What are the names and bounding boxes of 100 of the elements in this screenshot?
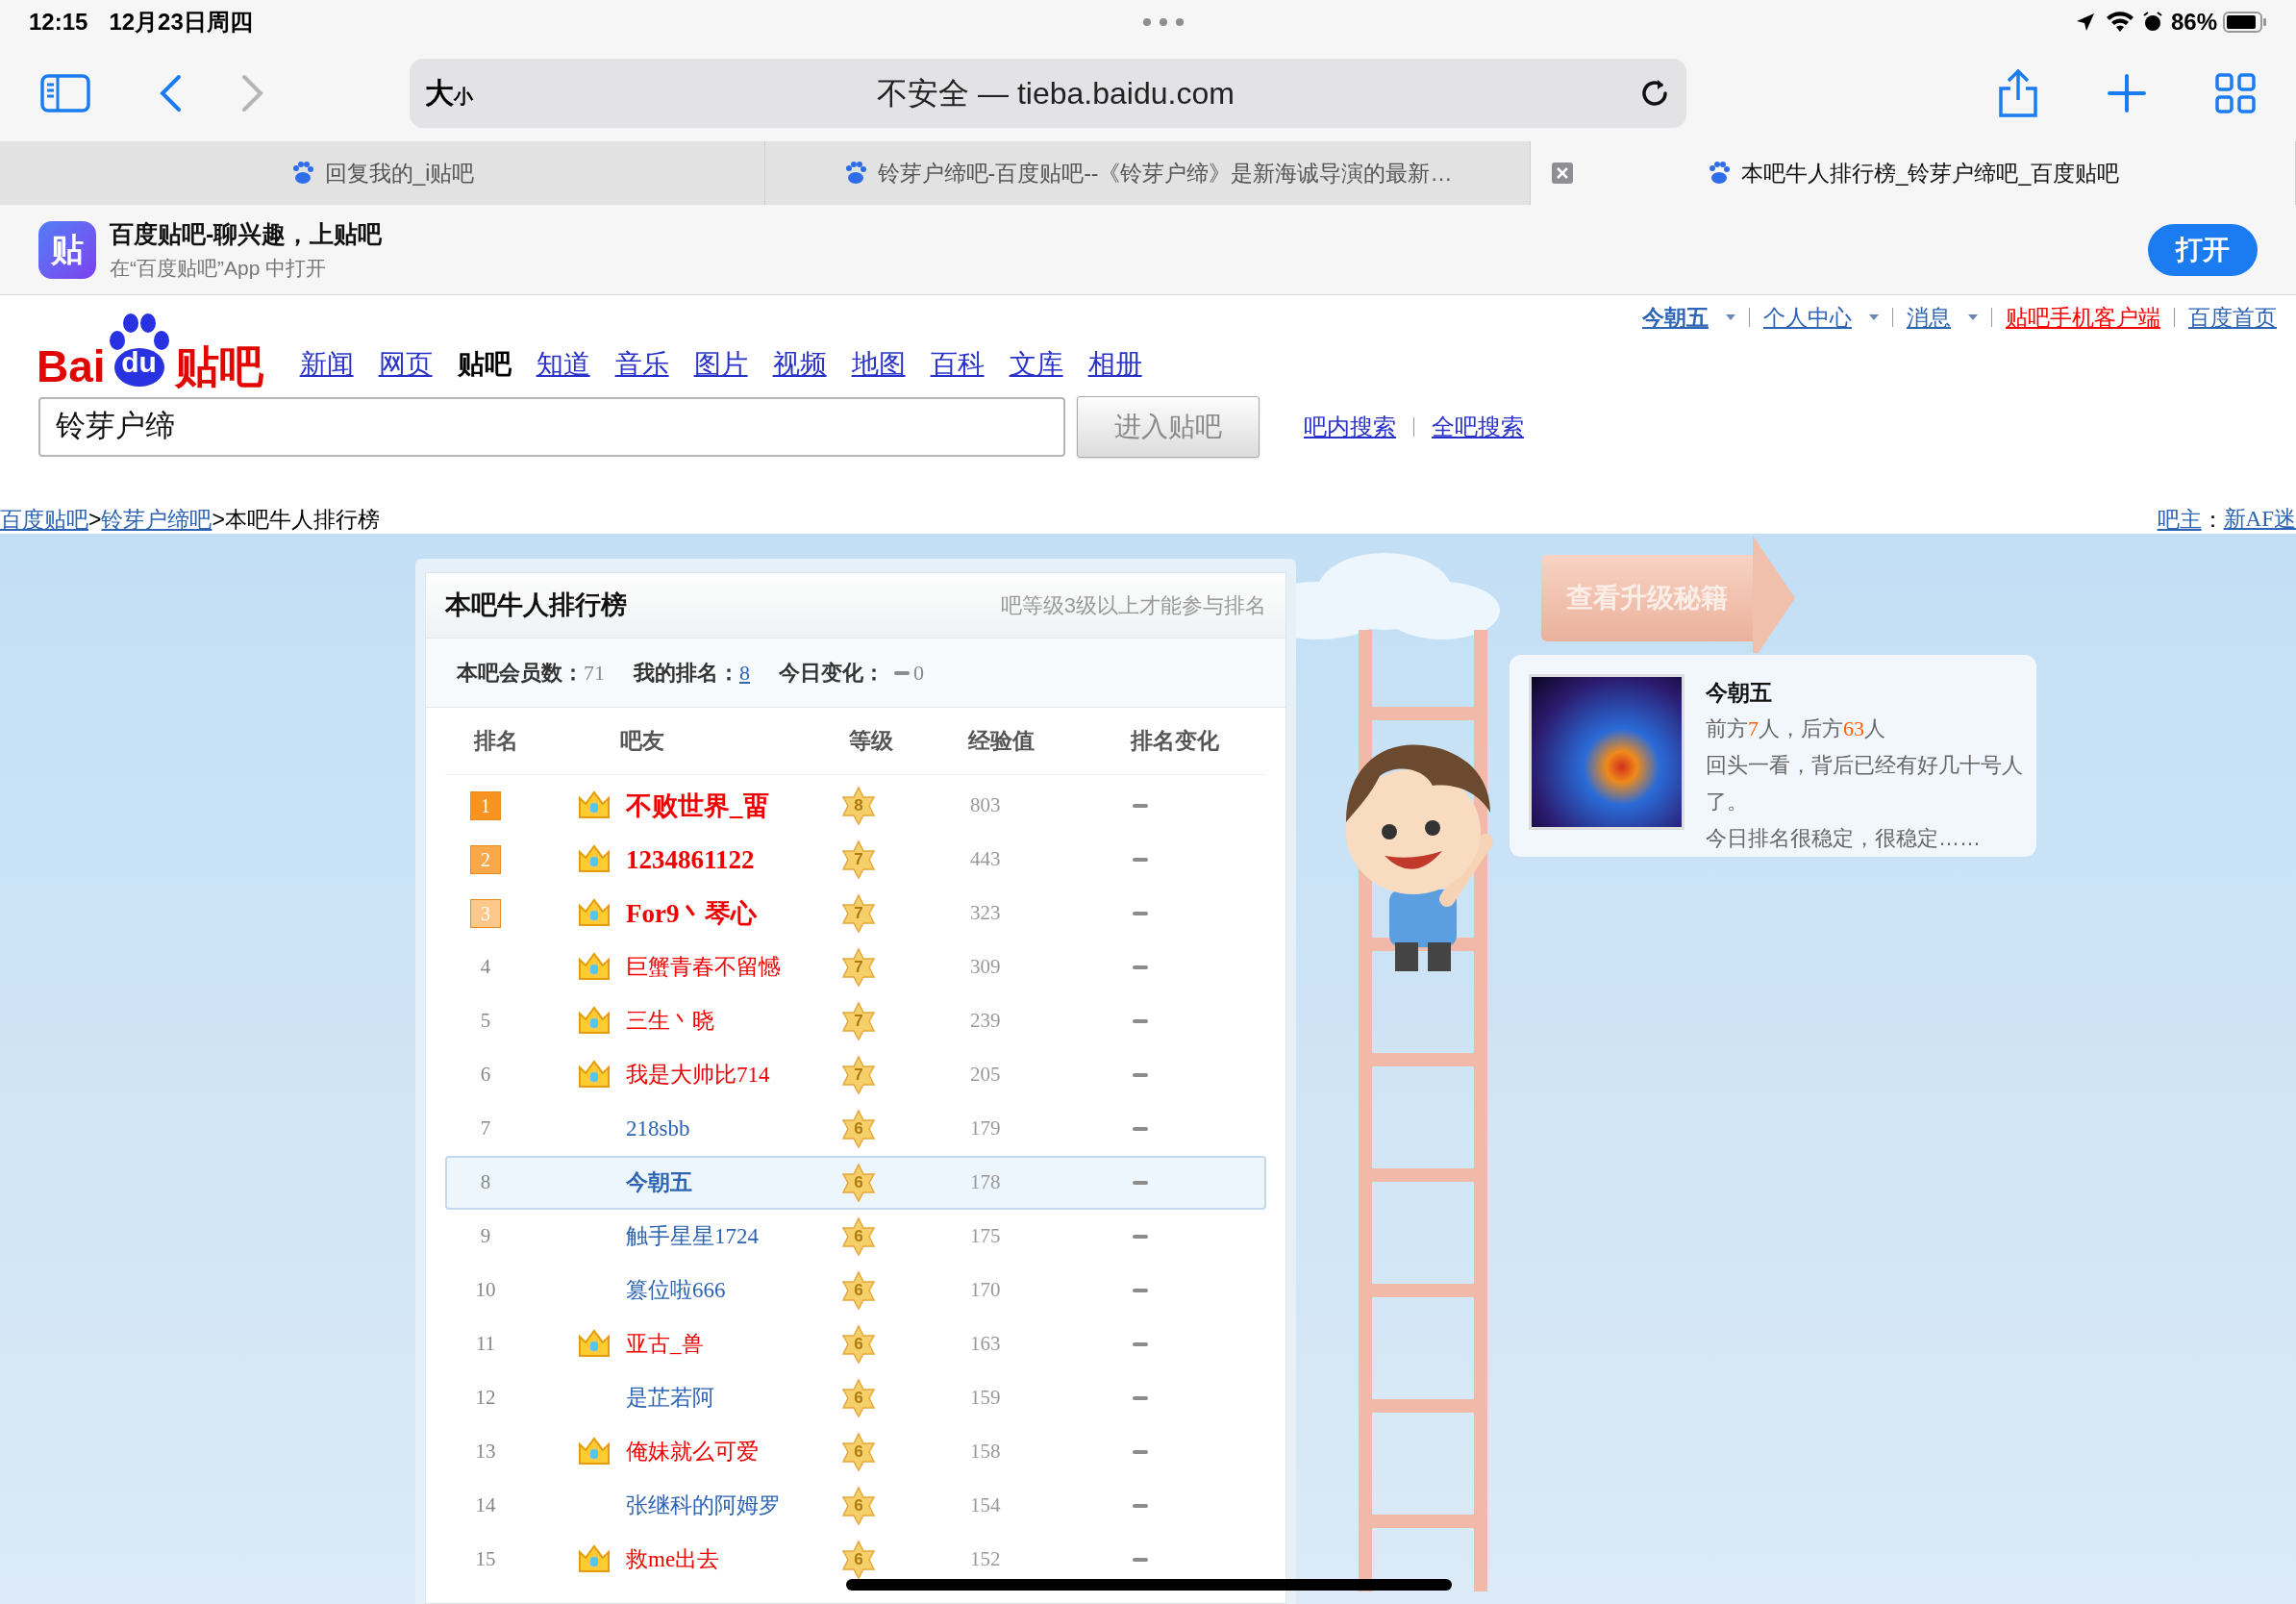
nav-link[interactable]: 贴吧 bbox=[457, 343, 512, 385]
wifi-icon bbox=[2105, 12, 2134, 33]
nav-link[interactable]: 音乐 bbox=[614, 343, 669, 385]
nav-link[interactable]: 网页 bbox=[378, 343, 433, 385]
header-link[interactable]: 个人中心 bbox=[1763, 301, 1852, 335]
level-badge: 6 bbox=[839, 1110, 878, 1148]
member-name-link[interactable]: 218sbb bbox=[626, 1112, 690, 1146]
no-change-icon bbox=[894, 670, 910, 675]
format-button[interactable]: 大小 bbox=[425, 71, 473, 114]
member-name-link[interactable]: For9丶琴心 bbox=[626, 893, 758, 934]
member-name-link[interactable]: 三生丶晓 bbox=[626, 1004, 714, 1039]
rank-number: 13 bbox=[475, 1439, 496, 1466]
ranking-row[interactable]: 6 我是大帅比714 7 205 bbox=[445, 1048, 1266, 1102]
ranking-row[interactable]: 9 触手星星1724 6 175 bbox=[445, 1210, 1266, 1264]
close-icon[interactable] bbox=[1552, 163, 1573, 184]
member-name-link[interactable]: 我是大帅比714 bbox=[626, 1058, 770, 1092]
member-name-link[interactable]: 巨蟹青春不留憾 bbox=[626, 950, 781, 985]
owner-link[interactable]: 新AF迷 bbox=[2223, 502, 2296, 537]
baidu-logo[interactable]: Bai du 贴吧 bbox=[37, 309, 263, 388]
selected-ranking-row[interactable]: 8 今朝五 6 178 bbox=[445, 1156, 1266, 1210]
nav-link[interactable]: 新闻 bbox=[299, 343, 354, 385]
ranking-row[interactable]: 4 巨蟹青春不留憾 7 309 bbox=[445, 940, 1266, 994]
rank-number: 14 bbox=[475, 1492, 496, 1519]
ranking-row[interactable]: 5 三生丶晓 7 239 bbox=[445, 994, 1266, 1048]
change-value: 0 bbox=[913, 660, 924, 687]
rank-number: 12 bbox=[475, 1385, 496, 1412]
member-name-link[interactable]: 亚古_兽 bbox=[626, 1327, 704, 1362]
more-icon[interactable] bbox=[1142, 17, 1185, 27]
nav-link[interactable]: 百科 bbox=[930, 343, 985, 385]
alarm-icon bbox=[2141, 12, 2163, 33]
member-name-link[interactable]: 俺妹就么可爱 bbox=[626, 1435, 759, 1469]
battery-icon bbox=[2223, 12, 2267, 33]
nav-link[interactable]: 知道 bbox=[536, 343, 590, 385]
exp-value: 175 bbox=[969, 1223, 1002, 1250]
ranking-row[interactable]: 12 是芷若阿 6 159 bbox=[445, 1371, 1266, 1425]
search-link[interactable]: 全吧搜索 bbox=[1432, 409, 1524, 444]
no-change-icon bbox=[1133, 1019, 1148, 1023]
exp-value: 170 bbox=[969, 1277, 1002, 1304]
ranking-row[interactable]: 10 篡位啦666 6 170 bbox=[445, 1264, 1266, 1317]
level-badge: 7 bbox=[839, 1056, 878, 1094]
rank-number: 9 bbox=[480, 1223, 491, 1250]
nav-link[interactable]: 文库 bbox=[1009, 343, 1063, 385]
plus-icon[interactable] bbox=[2108, 73, 2146, 113]
member-name-link[interactable]: 触手星星1724 bbox=[626, 1219, 759, 1254]
member-name-link[interactable]: 篡位啦666 bbox=[626, 1273, 726, 1308]
tabs-overview-icon[interactable] bbox=[2215, 72, 2256, 113]
ranking-row[interactable]: 13 俺妹就么可爱 6 158 bbox=[445, 1425, 1266, 1479]
nav-link[interactable]: 相册 bbox=[1087, 343, 1142, 385]
header-link[interactable]: 消息 bbox=[1907, 301, 1951, 335]
enter-bar-button[interactable]: 进入贴吧 bbox=[1077, 395, 1260, 458]
owner-label[interactable]: 吧主 bbox=[2157, 502, 2202, 537]
members-count: 71 bbox=[584, 660, 605, 687]
search-link[interactable]: 吧内搜索 bbox=[1304, 409, 1396, 444]
no-change-icon bbox=[1133, 804, 1148, 808]
no-change-icon bbox=[1133, 965, 1148, 969]
position-text: 前方7人，后方63人 bbox=[1706, 715, 1886, 742]
no-change-icon bbox=[1133, 912, 1148, 915]
ranking-row[interactable]: 1 不败世界_畱 8 803 bbox=[445, 779, 1266, 833]
exp-value: 159 bbox=[969, 1385, 1002, 1412]
back-icon[interactable] bbox=[158, 73, 183, 113]
nav-link[interactable]: 地图 bbox=[851, 343, 906, 385]
app-icon: 贴 bbox=[38, 220, 96, 279]
header-link[interactable]: 百度首页 bbox=[2188, 301, 2277, 335]
rank-badge: 3 bbox=[470, 899, 501, 928]
member-name-link[interactable]: 救me出去 bbox=[626, 1542, 720, 1577]
header-link[interactable]: 今朝五 bbox=[1642, 301, 1709, 335]
breadcrumb-link[interactable]: 铃芽户缔吧 bbox=[101, 502, 212, 537]
browser-tab[interactable]: 本吧牛人排行榜_铃芽户缔吧_百度贴吧 bbox=[1531, 141, 2296, 205]
bubble-text: 今日排名很稳定，很稳定…… bbox=[1706, 825, 1982, 852]
column-header: 等级 bbox=[848, 727, 894, 756]
level-badge: 7 bbox=[839, 948, 878, 987]
member-name-link[interactable]: 不败世界_畱 bbox=[626, 786, 769, 826]
search-field[interactable]: 铃芽户缔 bbox=[38, 396, 1065, 457]
crown-icon bbox=[578, 790, 611, 821]
ranking-row[interactable]: 14 张继科的阿姆罗 6 154 bbox=[445, 1479, 1266, 1533]
level-badge: 6 bbox=[839, 1433, 878, 1471]
my-rank-link[interactable]: 8 bbox=[739, 657, 750, 689]
ranking-row[interactable]: 11 亚古_兽 6 163 bbox=[445, 1317, 1266, 1371]
member-name-link[interactable]: 张继科的阿姆罗 bbox=[626, 1489, 781, 1523]
member-name-link[interactable]: 今朝五 bbox=[626, 1165, 692, 1200]
exp-value: 323 bbox=[969, 900, 1002, 927]
member-name-link[interactable]: 1234861122 bbox=[626, 840, 755, 880]
member-name-link[interactable]: 是芷若阿 bbox=[626, 1381, 714, 1416]
crown-icon bbox=[578, 952, 611, 983]
no-change-icon bbox=[1133, 1558, 1148, 1562]
breadcrumb-separator: > bbox=[212, 505, 225, 534]
open-button[interactable]: 打开 bbox=[2148, 223, 2258, 276]
header-link[interactable]: 贴吧手机客户端 bbox=[2006, 301, 2160, 335]
nav-link[interactable]: 图片 bbox=[693, 343, 748, 385]
nav-link[interactable]: 视频 bbox=[772, 343, 827, 385]
ranking-row[interactable]: 2 1234861122 7 443 bbox=[445, 833, 1266, 887]
crown-icon bbox=[578, 1060, 611, 1090]
column-header: 经验值 bbox=[967, 727, 1036, 756]
share-icon[interactable] bbox=[1998, 68, 2038, 117]
breadcrumb-link[interactable]: 百度贴吧 bbox=[0, 502, 88, 537]
level-badge: 8 bbox=[839, 787, 878, 825]
sidebar-icon[interactable] bbox=[40, 73, 90, 113]
ranking-row[interactable]: 3 For9丶琴心 7 323 bbox=[445, 887, 1266, 940]
address-bar[interactable]: 大小 不安全 — tieba.baidu.com bbox=[410, 58, 1686, 128]
ranking-row[interactable]: 7 218sbb 6 179 bbox=[445, 1102, 1266, 1156]
